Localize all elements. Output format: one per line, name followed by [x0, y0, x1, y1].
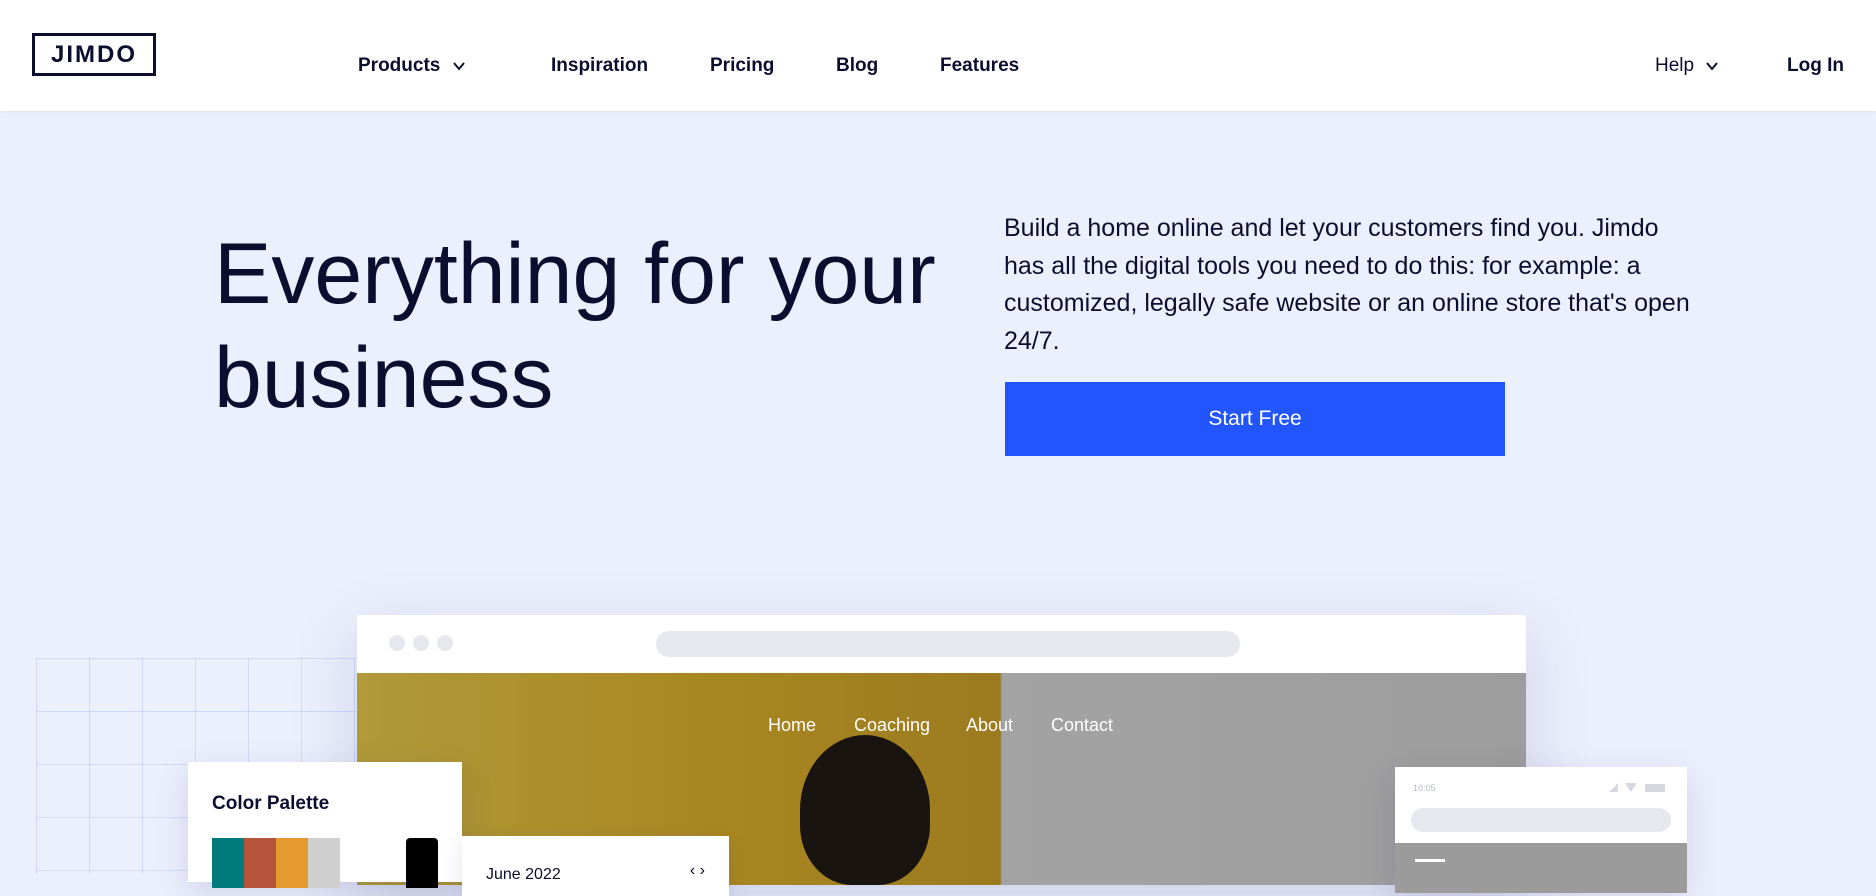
- nav-products[interactable]: Products: [358, 55, 466, 77]
- start-free-button[interactable]: Start Free: [1005, 382, 1505, 456]
- hero-title-line2: business: [214, 330, 554, 426]
- swatch-gray: [308, 838, 340, 888]
- chevron-down-icon: [1706, 62, 1719, 71]
- calendar-card: June 2022 ‹ ›: [462, 836, 729, 896]
- hamburger-icon: [1415, 859, 1445, 862]
- hero-title-line1: Everything for your: [214, 226, 936, 322]
- site-header: JIMDO Products Inspiration Pricing Blog …: [0, 0, 1876, 111]
- status-bar-icons: [1609, 783, 1665, 792]
- hero-description: Build a home online and let your custome…: [1004, 214, 1690, 355]
- window-dot: [413, 635, 429, 651]
- jimdo-logo[interactable]: JIMDO: [32, 33, 156, 76]
- palette-title: Color Palette: [212, 793, 330, 814]
- nav-help[interactable]: Help: [1655, 55, 1719, 77]
- login-link[interactable]: Log In: [1787, 55, 1844, 77]
- mobile-url-bar: [1411, 808, 1671, 832]
- nav-blog[interactable]: Blog: [836, 55, 878, 77]
- nav-features[interactable]: Features: [940, 55, 1019, 77]
- nav-inspiration[interactable]: Inspiration: [551, 55, 648, 77]
- calendar-arrows: ‹ ›: [689, 862, 705, 879]
- nav-products-label: Products: [358, 55, 441, 76]
- url-bar: [656, 631, 1240, 657]
- swatch-teal: [212, 838, 244, 888]
- person-hair-image: [800, 735, 930, 885]
- chevron-down-icon: [452, 62, 465, 71]
- mobile-time: 10:05: [1413, 783, 1436, 793]
- browser-toolbar: [357, 615, 1526, 673]
- hero-title: Everything for your business: [214, 222, 974, 430]
- mobile-mockup: 10:05: [1395, 767, 1687, 893]
- window-dot: [437, 635, 453, 651]
- site-nav-contact: Contact: [1051, 715, 1114, 735]
- site-nav-home: Home: [768, 715, 817, 735]
- color-palette-card: Color Palette: [188, 762, 462, 888]
- site-nav-about: About: [966, 715, 1014, 735]
- swatch-orange: [276, 838, 308, 888]
- calendar-month: June 2022: [486, 866, 561, 883]
- swatch-black: [406, 838, 438, 888]
- nav-help-label: Help: [1655, 55, 1695, 76]
- swatch-rust: [244, 838, 276, 888]
- window-dot: [389, 635, 405, 651]
- mobile-hero-image: [1395, 843, 1687, 893]
- nav-pricing[interactable]: Pricing: [710, 55, 774, 77]
- site-nav-coaching: Coaching: [854, 715, 931, 735]
